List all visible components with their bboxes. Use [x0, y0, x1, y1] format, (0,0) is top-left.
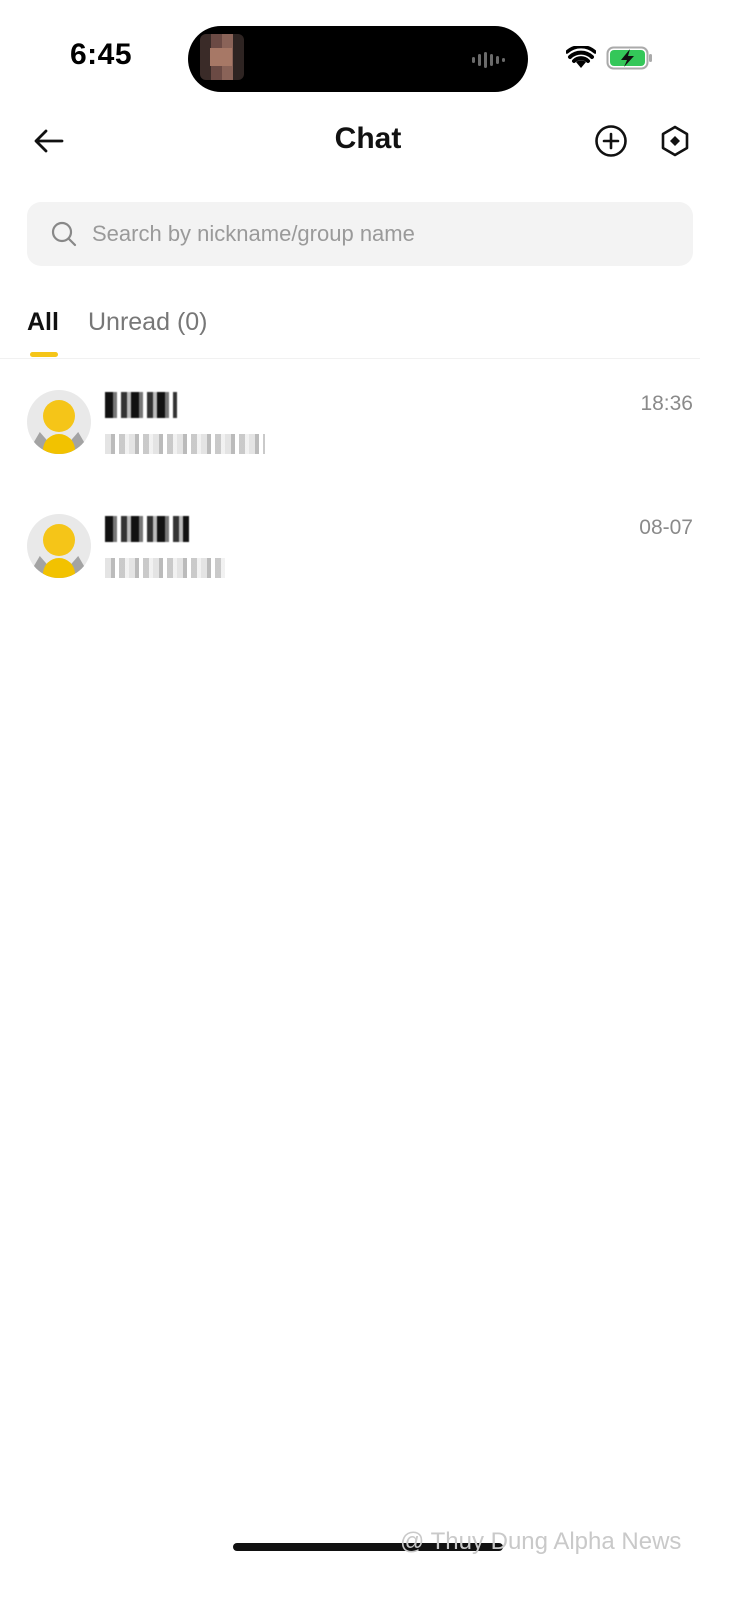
chat-list-item[interactable]: 08-07 [0, 514, 736, 624]
tab-divider [0, 358, 700, 359]
island-avatar [200, 34, 244, 80]
settings-icon[interactable] [658, 124, 692, 158]
chat-name-redacted [105, 392, 177, 418]
audio-wave-icon [472, 52, 505, 68]
active-tab-indicator [30, 352, 58, 357]
wifi-icon [566, 46, 596, 68]
add-chat-icon[interactable] [594, 124, 628, 158]
chat-preview-redacted [105, 434, 265, 454]
chat-time: 18:36 [640, 392, 693, 415]
status-time: 6:45 [70, 38, 133, 71]
tab-all[interactable]: All [27, 308, 59, 337]
chat-preview-redacted [105, 558, 225, 578]
chat-name-redacted [105, 516, 189, 542]
avatar [27, 514, 91, 578]
avatar [27, 390, 91, 454]
tab-unread[interactable]: Unread (0) [88, 308, 208, 337]
chat-time: 08-07 [639, 516, 693, 539]
chat-list-item[interactable]: 18:36 [0, 390, 736, 500]
search-icon [51, 221, 77, 247]
battery-charging-icon [606, 46, 652, 70]
search-input[interactable] [92, 212, 672, 256]
watermark: @ Thuy Dung Alpha News [400, 1528, 682, 1555]
